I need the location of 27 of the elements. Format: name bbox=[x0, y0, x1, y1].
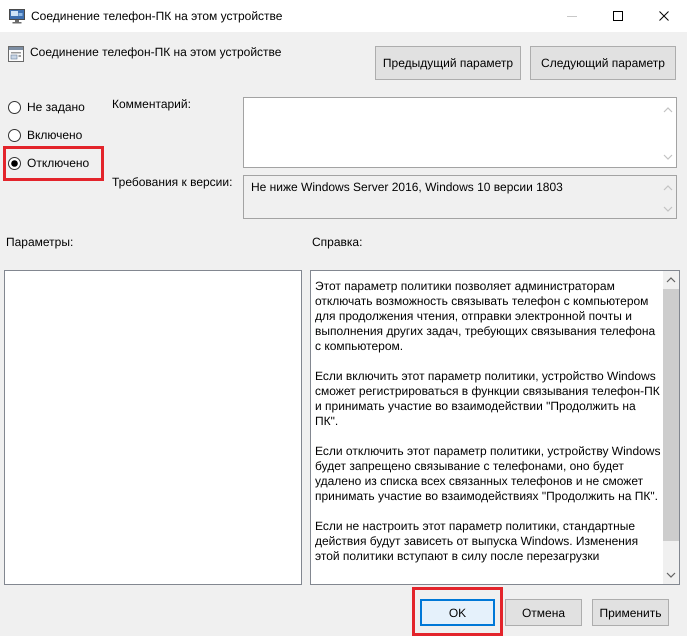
ok-button[interactable]: OK bbox=[420, 599, 495, 626]
version-label: Требования к версии: bbox=[112, 175, 232, 189]
cancel-button[interactable]: Отмена bbox=[505, 599, 582, 626]
radio-icon[interactable] bbox=[8, 156, 21, 170]
help-paragraph: Если отключить этот параметр политики, устройству Windows будет запрещено связывание с телефонами, оно будет удалено из списка всех связанных телефонов и не сможет принимать участие во взаимодействиях "Продолжить на ПК". bbox=[315, 444, 661, 504]
comment-label: Комментарий: bbox=[112, 97, 191, 111]
next-button[interactable]: Следующий параметр bbox=[530, 46, 676, 80]
radio-icon[interactable] bbox=[8, 100, 21, 114]
help-paragraph: Если включить этот параметр политики, устройство Windows сможет регистрироваться в функции связывания телефон-ПК и принимать участие во взаимодействии "Продолжить на ПК". bbox=[315, 369, 661, 429]
policy-title: Соединение телефон-ПК на этом устройстве bbox=[30, 44, 282, 60]
help-paragraph: Если не настроить этот параметр политики, стандартные действия будут зависеть от выпуска Windows. Изменения этой политики вступают в силу после перезагрузки bbox=[315, 519, 640, 564]
scrollbar-thumb[interactable] bbox=[663, 289, 679, 541]
window-title: Соединение телефон-ПК на этом устройстве bbox=[31, 9, 282, 23]
scroll-up-icon[interactable] bbox=[666, 276, 676, 284]
radio-option[interactable]: Включено bbox=[8, 126, 95, 144]
window-icon bbox=[8, 46, 24, 62]
radio-option[interactable]: Отключено bbox=[8, 154, 95, 172]
previous-button[interactable]: Предыдущий параметр bbox=[375, 46, 521, 80]
scroll-down-icon[interactable] bbox=[666, 571, 676, 579]
scrollbar[interactable] bbox=[663, 271, 679, 584]
apply-button[interactable]: Применить bbox=[592, 599, 669, 626]
radio-icon[interactable] bbox=[8, 128, 21, 142]
help-paragraph: Этот параметр политики позволяет администраторам отключать возможность связывать телефон с компьютером для продолжения чтения, отправки электронной почты и выполнения других задач, требующих связывания телефона с компьютером. bbox=[315, 279, 656, 354]
help-label: Справка: bbox=[312, 234, 362, 250]
computer-icon bbox=[9, 8, 25, 24]
options-label: Параметры: bbox=[6, 234, 74, 250]
radio-option[interactable]: Не задано bbox=[8, 98, 95, 116]
